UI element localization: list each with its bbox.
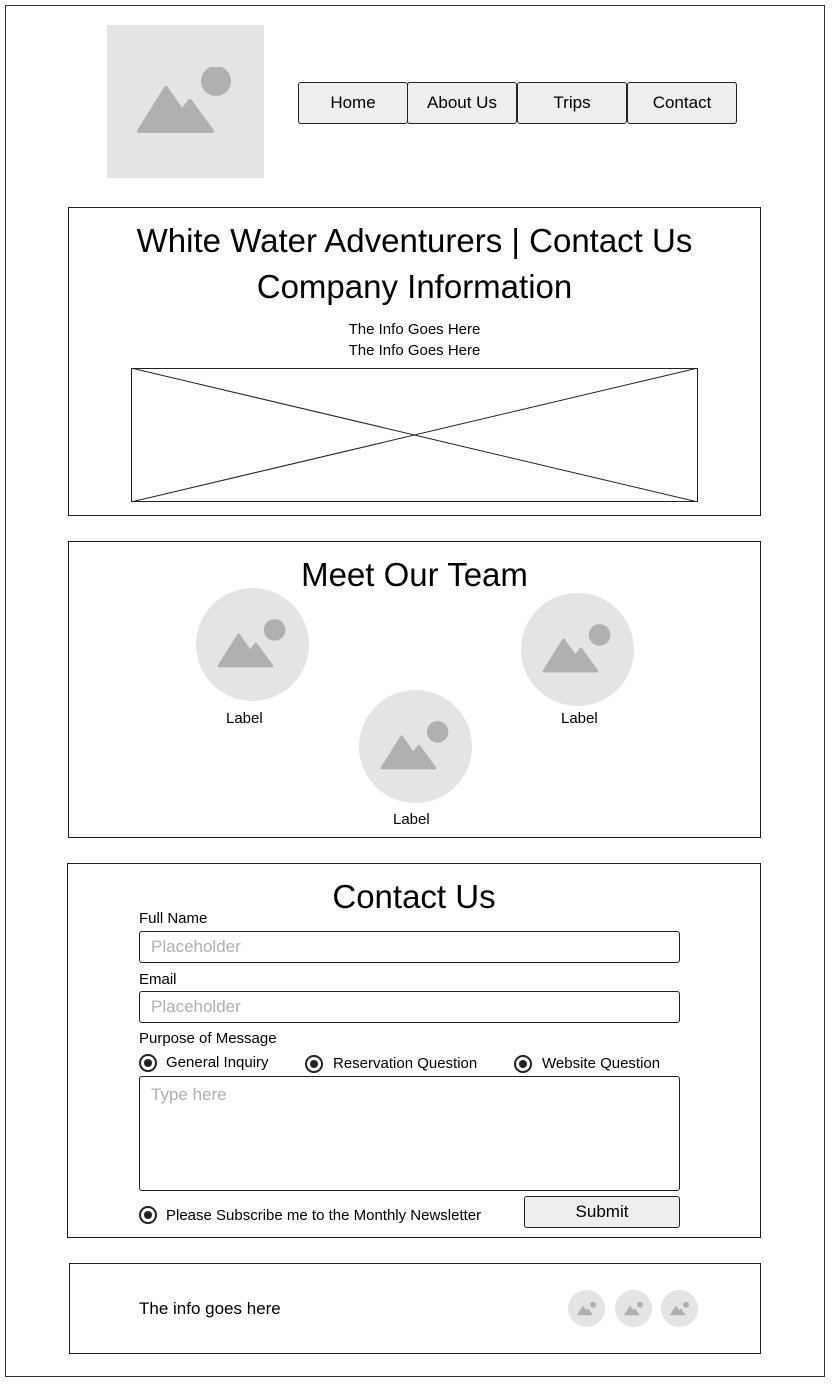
social-icon-3[interactable] xyxy=(661,1290,698,1327)
radio-website-question[interactable] xyxy=(514,1055,532,1073)
image-placeholder-icon xyxy=(217,618,285,667)
team-member-label: Label xyxy=(561,710,598,727)
team-title: Meet Our Team xyxy=(301,556,528,593)
newsletter-label: Please Subscribe me to the Monthly Newsl… xyxy=(166,1207,482,1224)
company-subtitle: Company Information xyxy=(256,268,573,305)
radio-newsletter[interactable] xyxy=(139,1206,157,1224)
image-placeholder-box xyxy=(131,368,698,502)
full-name-label: Full Name xyxy=(139,910,208,927)
radio-reservation-question[interactable] xyxy=(305,1055,323,1073)
team-member-label: Label xyxy=(393,811,430,828)
radio-reservation-question-label: Reservation Question xyxy=(333,1055,478,1072)
social-icon-2[interactable] xyxy=(615,1290,652,1327)
nav-home[interactable]: Home xyxy=(298,82,408,124)
image-placeholder-icon xyxy=(623,1301,643,1315)
nav-about-us[interactable]: About Us xyxy=(407,82,517,124)
contact-section: Contact Us Full Name Placeholder Email P… xyxy=(67,863,761,1238)
nav-contact[interactable]: Contact xyxy=(627,82,737,124)
email-input[interactable]: Placeholder xyxy=(139,991,680,1023)
team-member-avatar[interactable] xyxy=(521,593,634,706)
radio-general-inquiry-label: General Inquiry xyxy=(166,1054,269,1071)
email-label: Email xyxy=(139,971,177,988)
image-placeholder-icon xyxy=(136,66,231,133)
footer-text: The info goes here xyxy=(139,1299,281,1318)
submit-button[interactable]: Submit xyxy=(524,1196,680,1228)
image-placeholder-icon xyxy=(576,1301,596,1315)
social-icon-1[interactable] xyxy=(568,1290,605,1327)
team-member-avatar[interactable] xyxy=(359,690,472,803)
nav-trips[interactable]: Trips xyxy=(517,82,627,124)
radio-website-question-label: Website Question xyxy=(542,1055,661,1072)
purpose-label: Purpose of Message xyxy=(139,1030,277,1047)
team-member-avatar[interactable] xyxy=(196,588,309,701)
footer: The info goes here xyxy=(69,1263,761,1354)
logo-image[interactable] xyxy=(107,25,264,178)
message-textarea[interactable]: Type here xyxy=(139,1076,680,1191)
full-name-input[interactable]: Placeholder xyxy=(139,931,680,963)
team-section: Meet Our Team Label Label Label xyxy=(68,541,761,838)
company-info-line-1: The Info Goes Here xyxy=(348,321,481,338)
image-placeholder-icon xyxy=(380,720,448,769)
company-info-line-2: The Info Goes Here xyxy=(348,342,481,359)
radio-general-inquiry[interactable] xyxy=(139,1054,157,1072)
team-member-label: Label xyxy=(226,710,263,727)
company-section: White Water Adventurers | Contact Us Com… xyxy=(68,207,761,516)
image-placeholder-icon xyxy=(542,623,610,672)
image-placeholder-icon xyxy=(669,1301,689,1315)
page-title: White Water Adventurers | Contact Us xyxy=(136,222,693,259)
